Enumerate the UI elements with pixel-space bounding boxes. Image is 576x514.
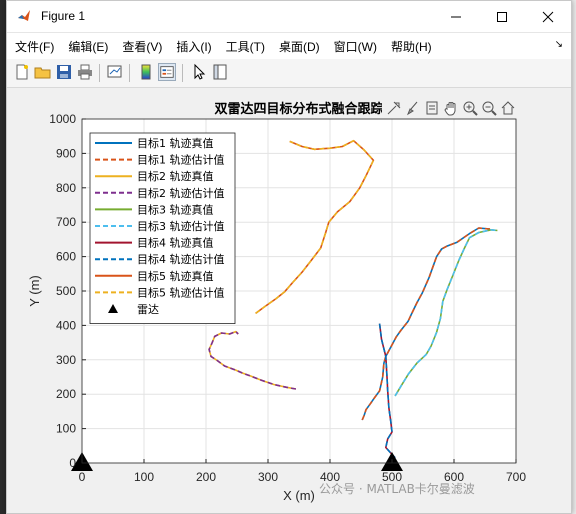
y-tick-label: 800: [56, 181, 76, 195]
legend-label: 目标1 轨迹估计值: [137, 153, 225, 167]
y-tick-label: 500: [56, 284, 76, 298]
plot-svg[interactable]: 0 100 200 300 400 500 600 700010020030040050060…: [7, 88, 571, 513]
legend-label: 目标5 轨迹估计值: [137, 285, 225, 299]
menu-edit[interactable]: 编辑(E): [68, 38, 108, 55]
y-tick-label: 200: [56, 387, 76, 401]
y-tick-label: 600: [56, 250, 76, 264]
legend-label: 目标5 轨迹真值: [137, 269, 214, 283]
close-icon: [542, 11, 554, 22]
legend-label: 目标2 轨迹估计值: [137, 186, 225, 200]
zoom-out-icon[interactable]: [479, 98, 498, 117]
legend-label: 目标4 轨迹估计值: [137, 252, 225, 266]
matlab-logo-icon: [18, 10, 30, 21]
open-file-icon[interactable]: [34, 63, 52, 81]
minimize-button[interactable]: [433, 1, 479, 32]
legend-label: 目标4 轨迹真值: [137, 236, 214, 250]
property-inspector-icon[interactable]: [211, 63, 229, 81]
legend-label: 目标3 轨迹真值: [137, 202, 214, 216]
maximize-icon: [497, 11, 507, 22]
pan-icon[interactable]: [441, 98, 460, 117]
x-axis-label: X (m): [283, 488, 315, 503]
save-icon[interactable]: [55, 63, 73, 81]
watermark-text: 公众号 · MATLAB卡尔曼滤波: [319, 482, 475, 496]
legend-label: 雷达: [137, 303, 159, 316]
y-tick-label: 400: [56, 318, 76, 332]
x-tick-label: 100: [134, 470, 154, 484]
link-plot-icon[interactable]: [106, 63, 124, 81]
menu-file[interactable]: 文件(F): [15, 38, 54, 55]
figure-window[interactable]: Figure 1 文件(F) 编辑(E) 查看(V) 插入(I) 工具(T) 桌…: [6, 0, 572, 514]
menu-desktop[interactable]: 桌面(D): [279, 38, 320, 55]
menu-bar: 文件(F) 编辑(E) 查看(V) 插入(I) 工具(T) 桌面(D) 窗口(W…: [7, 33, 571, 59]
maximize-button[interactable]: [479, 1, 525, 32]
dock-arrow-icon[interactable]: ↘: [555, 39, 563, 50]
data-tip-icon[interactable]: [384, 98, 403, 117]
select-arrow-icon[interactable]: [190, 63, 208, 81]
x-tick-label: 200: [196, 470, 216, 484]
zoom-in-icon[interactable]: [460, 98, 479, 117]
menu-insert[interactable]: 插入(I): [176, 38, 211, 55]
print-icon[interactable]: [76, 63, 94, 81]
window-title: Figure 1: [41, 9, 86, 23]
y-tick-label: 0: [69, 456, 76, 470]
toolbar-separator: [99, 64, 100, 82]
y-tick-label: 300: [56, 353, 76, 367]
axes-toolbar: [382, 98, 519, 117]
y-axis-label: Y (m): [27, 275, 42, 307]
y-tick-label: 700: [56, 215, 76, 229]
legend-icon[interactable]: [158, 63, 176, 81]
y-tick-label: 100: [56, 422, 76, 436]
menu-tools[interactable]: 工具(T): [226, 38, 265, 55]
close-button[interactable]: [525, 1, 571, 32]
home-icon[interactable]: [498, 98, 517, 117]
title-bar[interactable]: Figure 1: [7, 1, 571, 33]
legend-label: 目标3 轨迹估计值: [137, 219, 225, 233]
menu-help[interactable]: 帮助(H): [391, 38, 432, 55]
restore-icon[interactable]: [422, 98, 441, 117]
toolbar-separator: [129, 64, 130, 82]
menu-view[interactable]: 查看(V): [122, 38, 162, 55]
brush-icon[interactable]: [403, 98, 422, 117]
colorbar-icon[interactable]: [137, 63, 155, 81]
y-tick-label: 900: [56, 146, 76, 160]
legend-label: 目标2 轨迹真值: [137, 169, 214, 183]
x-tick-label: 0: [79, 470, 86, 484]
x-tick-label: 700: [506, 470, 526, 484]
y-tick-label: 1000: [49, 112, 76, 126]
x-tick-label: 300: [258, 470, 278, 484]
minimize-icon: [451, 16, 461, 17]
menu-window[interactable]: 窗口(W): [334, 38, 377, 55]
figure-canvas[interactable]: 0 100 200 300 400 500 600 700 0 100 200 300 400 500 60…: [7, 88, 571, 513]
figure-toolbar: [7, 59, 571, 88]
new-figure-icon[interactable]: [13, 63, 31, 81]
chart-title: 双雷达四目标分布式融合跟踪: [214, 101, 383, 117]
toolbar-separator: [182, 64, 183, 82]
legend-label: 目标1 轨迹真值: [137, 136, 214, 150]
